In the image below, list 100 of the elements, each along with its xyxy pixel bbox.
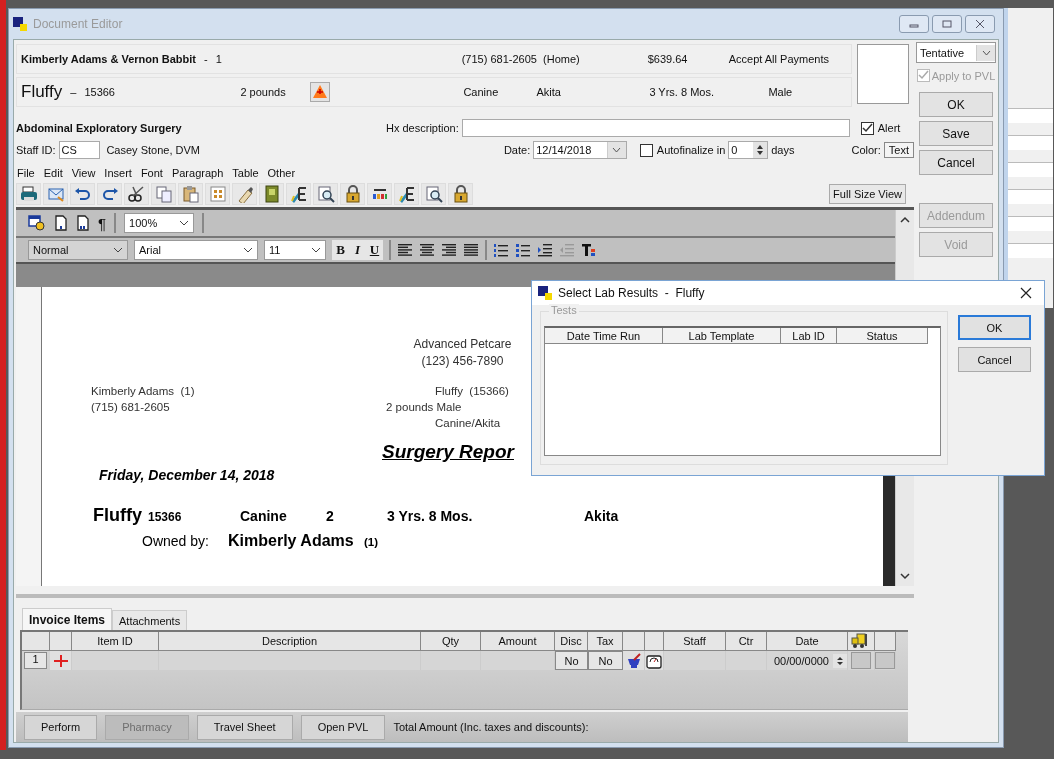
spinner-arrows-icon (756, 143, 765, 157)
footer-button[interactable]: Open PVL (300, 714, 386, 740)
font-size-dropdown[interactable]: 11 (264, 240, 326, 260)
close-button[interactable] (965, 15, 995, 33)
column-header[interactable]: Item ID (72, 632, 159, 651)
toolbar-button[interactable] (448, 183, 473, 205)
toolbar-button[interactable] (421, 183, 446, 205)
justify-icon[interactable] (463, 243, 479, 257)
table-cell[interactable] (159, 651, 421, 670)
mortar-pestle-icon[interactable] (625, 652, 642, 669)
footer-button[interactable]: Travel Sheet (196, 714, 293, 740)
style-dropdown[interactable]: Normal (28, 240, 128, 260)
column-header[interactable]: Description (159, 632, 421, 651)
column-header[interactable]: Staff (664, 632, 726, 651)
hx-description-field[interactable] (461, 119, 850, 137)
column-header[interactable]: Date (767, 632, 848, 651)
align-left-icon[interactable] (397, 243, 413, 257)
date-field[interactable]: 12/14/2018 (533, 141, 627, 159)
plus-icon[interactable] (52, 653, 69, 668)
patient-sex: Male (768, 86, 793, 98)
toolbar-button[interactable] (286, 183, 311, 205)
side-button[interactable]: OK (919, 92, 993, 117)
zoom-dropdown[interactable]: 100% (124, 213, 195, 233)
column-header[interactable] (50, 632, 72, 651)
toggle-cell[interactable]: No (588, 651, 623, 670)
close-icon[interactable] (1020, 287, 1032, 299)
column-header[interactable]: Lab ID (781, 328, 837, 344)
toolbar-button[interactable] (124, 183, 149, 205)
scale-icon[interactable] (646, 652, 662, 669)
bullet-list-icon[interactable] (515, 243, 531, 257)
report-title: Surgery Repor (382, 441, 516, 463)
menu-item[interactable]: Table (232, 167, 259, 181)
date-cell[interactable]: 00/00/0000 (767, 651, 848, 670)
numbered-list-icon[interactable] (493, 243, 509, 257)
column-header[interactable]: Disc (555, 632, 588, 651)
text-color-icon[interactable] (581, 243, 597, 257)
dialog-button[interactable]: OK (958, 315, 1031, 340)
column-header[interactable]: Date Time Run (545, 328, 663, 344)
full-size-view-button[interactable]: Full Size View (829, 184, 906, 204)
page-icon[interactable] (76, 215, 90, 231)
menu-item[interactable]: View (71, 167, 96, 181)
staff-id-field[interactable]: CS (58, 141, 101, 159)
menu-item[interactable]: Paragraph (171, 167, 224, 181)
toolbar-button[interactable] (367, 183, 392, 205)
menu-item[interactable]: Insert (104, 167, 132, 181)
toolbar-button[interactable] (16, 183, 41, 205)
align-center-icon[interactable] (419, 243, 435, 257)
scroll-down-icon[interactable] (900, 572, 910, 580)
table-cell[interactable] (421, 651, 481, 670)
column-header[interactable]: Qty (421, 632, 481, 651)
toolbar-button[interactable] (394, 183, 419, 205)
column-header[interactable]: Amount (481, 632, 555, 651)
alert-checkbox[interactable]: Alert (860, 121, 901, 135)
page-icon[interactable] (54, 215, 68, 231)
table-cell[interactable] (664, 651, 726, 670)
bold-button[interactable]: B (332, 240, 349, 260)
status-dropdown[interactable]: Tentative (916, 42, 996, 63)
column-header[interactable] (22, 632, 50, 651)
column-header[interactable]: Ctr (726, 632, 767, 651)
color-field[interactable]: Text (883, 142, 914, 158)
toolbar-button[interactable] (97, 183, 122, 205)
scroll-up-icon[interactable] (900, 216, 910, 224)
paragraph-marks-button[interactable]: ¶ (98, 214, 107, 232)
toolbar-button[interactable] (70, 183, 95, 205)
row-number: 1 (24, 652, 47, 669)
align-right-icon[interactable] (441, 243, 457, 257)
menu-item[interactable]: Font (140, 167, 163, 181)
lab-results-list[interactable]: Date Time Run Lab Template Lab ID Status (544, 326, 941, 456)
font-dropdown[interactable]: Arial (134, 240, 258, 260)
cell-button[interactable] (851, 652, 871, 669)
tab[interactable]: Invoice Items (22, 608, 113, 630)
spinner-arrows-icon[interactable] (836, 654, 844, 667)
table-cell[interactable] (72, 651, 159, 670)
column-header[interactable]: Status (837, 328, 928, 344)
tab[interactable]: Attachments (112, 610, 188, 630)
side-button[interactable]: Save (919, 121, 993, 146)
italic-button[interactable]: I (349, 240, 366, 260)
copy-icon (154, 185, 173, 203)
side-button[interactable]: Cancel (919, 150, 993, 175)
dialog-button[interactable]: Cancel (958, 347, 1031, 372)
underline-button[interactable]: U (366, 240, 383, 260)
table-cell[interactable] (481, 651, 555, 670)
indent-icon[interactable] (537, 243, 553, 257)
toolbar-button[interactable] (340, 183, 365, 205)
menu-item[interactable]: File (17, 167, 35, 181)
menu-item[interactable]: Edit (43, 167, 63, 181)
column-header[interactable]: Tax (588, 632, 623, 651)
column-header[interactable]: Lab Template (663, 328, 781, 344)
toggle-cell[interactable]: No (555, 651, 588, 670)
calendar-clock-icon[interactable] (28, 215, 46, 231)
owner-name: Kimberly Adams (228, 532, 355, 550)
toolbar-button[interactable] (313, 183, 338, 205)
menu-item[interactable]: Other (267, 167, 296, 181)
footer-button[interactable]: Perform (24, 714, 98, 740)
autofinalize-days-spinner[interactable]: 0 (728, 141, 769, 159)
autofinalize-checkbox[interactable]: Autofinalize in (639, 143, 726, 157)
table-cell[interactable] (726, 651, 767, 670)
scissors-icon (127, 185, 146, 203)
patient-species: Canine (463, 86, 500, 98)
cell-button[interactable] (875, 652, 895, 669)
